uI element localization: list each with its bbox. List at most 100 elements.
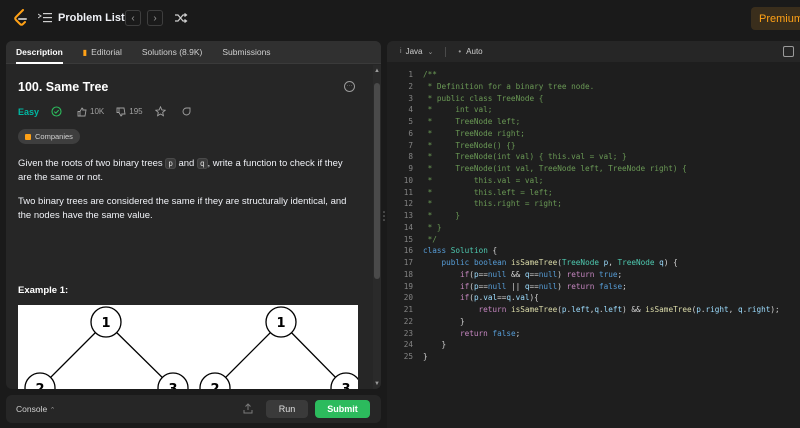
inline-code: p	[165, 158, 176, 169]
description-panel: Description ▮ Editorial Solutions (8.9K)…	[6, 41, 381, 389]
chevron-down-icon: ⌄	[427, 48, 434, 56]
scroll-up-icon[interactable]: ▲	[374, 68, 380, 74]
code-line: 12 * this.right = right;	[387, 198, 800, 210]
code-line: 6 * TreeNode right;	[387, 128, 800, 140]
line-number: 5	[408, 117, 413, 126]
line-number: 13	[403, 211, 413, 220]
tree-node-label: 3	[168, 382, 177, 389]
code-line: 15 */	[387, 234, 800, 246]
code-line: 18 if(p==null && q==null) return true;	[387, 269, 800, 281]
scrollbar-thumb[interactable]	[374, 83, 380, 279]
problem-meta: Easy 10K 195	[18, 106, 195, 117]
chevron-up-icon: ⌃	[49, 407, 56, 414]
tree-node-label: 1	[101, 316, 110, 331]
code-editor-panel: i Java ⌄ • Auto 1/** 2 * Definition for …	[387, 41, 800, 428]
code-line: 10 * this.val = val;	[387, 175, 800, 187]
tree-node: 3	[157, 372, 189, 389]
tree-node: 2	[24, 372, 56, 389]
description-scrollbar[interactable]: ▲ ▼	[373, 65, 381, 389]
tree-node-label: 2	[35, 382, 44, 389]
console-toggle[interactable]: Console ⌃	[16, 404, 55, 414]
line-number: 21	[403, 305, 413, 314]
run-button[interactable]: Run	[266, 400, 308, 418]
code-line: 16 class Solution {	[387, 245, 800, 257]
code-line: 4 * int val;	[387, 104, 800, 116]
code-line: 22 }	[387, 316, 800, 328]
likes-count: 10K	[90, 107, 105, 116]
line-number: 3	[408, 93, 413, 103]
editor-toolbar: i Java ⌄ • Auto	[387, 41, 800, 62]
problem-description-1: Given the roots of two binary trees p an…	[18, 157, 358, 185]
autocomplete-toggle[interactable]: • Auto	[458, 47, 482, 56]
list-icon[interactable]	[38, 12, 52, 24]
mode-label: Auto	[466, 47, 483, 56]
line-number: 9	[408, 164, 413, 173]
console-label: Console	[16, 404, 48, 414]
tab-description[interactable]: Description	[6, 41, 73, 64]
code-editor[interactable]: 1/** 2 * Definition for a binary tree no…	[387, 69, 800, 428]
desc-text: Given the roots of two binary trees	[18, 158, 166, 169]
next-problem-button[interactable]: ›	[147, 10, 163, 26]
companies-label: Companies	[35, 132, 73, 141]
line-number: 7	[408, 140, 413, 150]
upload-icon[interactable]	[243, 403, 253, 414]
code-line: 11 * this.left = left;	[387, 187, 800, 199]
submit-button[interactable]: Submit	[315, 400, 370, 418]
tab-label: Submissions	[222, 47, 271, 57]
scroll-down-icon[interactable]: ▼	[374, 381, 380, 387]
code-line: 23 return false;	[387, 328, 800, 340]
line-number: 17	[403, 258, 413, 267]
lock-icon	[25, 133, 31, 140]
leetcode-logo-icon[interactable]	[13, 9, 29, 27]
solved-status	[51, 106, 65, 117]
tree-node: 3	[330, 372, 362, 389]
top-bar: Problem List ‹ › Premium	[0, 0, 800, 38]
difficulty-badge: Easy	[18, 106, 40, 117]
problem-list-link[interactable]: Problem List	[58, 12, 125, 24]
dislikes-count: 195	[129, 107, 143, 116]
like-button[interactable]: 10K	[77, 106, 105, 117]
code-line: 8 * TreeNode(int val) { this.val = val; …	[387, 151, 800, 163]
dislike-button[interactable]: 195	[116, 107, 143, 117]
code-line: 7 * TreeNode() {}	[387, 140, 800, 152]
line-number: 6	[408, 128, 413, 138]
problem-content: 100. Same Tree ··· Easy 10K 195 Companie…	[6, 65, 373, 389]
prev-problem-button[interactable]: ‹	[125, 10, 141, 26]
line-number: 25	[403, 352, 413, 361]
chevron-left-icon: ‹	[131, 12, 135, 24]
tree-node-label: 1	[276, 316, 285, 331]
premium-button[interactable]: Premium	[751, 7, 800, 30]
line-number: 19	[403, 281, 413, 291]
shuffle-icon[interactable]	[174, 11, 188, 25]
share-button[interactable]	[181, 106, 195, 117]
thumbs-up-icon	[77, 106, 87, 116]
tab-editorial[interactable]: ▮ Editorial	[73, 41, 132, 64]
tree-node: 2	[199, 372, 231, 389]
toolbar-divider	[445, 46, 447, 57]
line-number: 20	[403, 293, 413, 303]
star-icon	[154, 106, 166, 117]
code-line: 20 if(p.val==q.val){	[387, 292, 800, 304]
code-line: 24 }	[387, 339, 800, 351]
info-icon: i	[400, 48, 402, 55]
companies-tag[interactable]: Companies	[18, 129, 80, 144]
code-line: 2 * Definition for a binary tree node.	[387, 81, 800, 93]
line-number: 16	[403, 246, 413, 256]
line-number: 14	[403, 222, 413, 232]
share-icon	[182, 107, 191, 116]
tab-solutions[interactable]: Solutions (8.9K)	[132, 41, 212, 64]
tab-submissions[interactable]: Submissions	[212, 41, 280, 64]
tab-label: Solutions (8.9K)	[141, 47, 203, 57]
language-selector[interactable]: i Java ⌄	[400, 47, 433, 56]
language-label: Java	[405, 47, 423, 56]
line-number: 2	[408, 81, 413, 91]
layout-icon[interactable]	[783, 46, 794, 57]
favorite-button[interactable]	[154, 106, 169, 117]
more-options-icon[interactable]: ···	[344, 81, 355, 92]
panel-resize-handle[interactable]	[383, 210, 385, 222]
line-number: 15	[403, 234, 413, 244]
code-line: 19 if(p==null || q==null) return false;	[387, 281, 800, 293]
code-line: 1/**	[387, 69, 800, 81]
tree-node: 1	[265, 306, 297, 338]
code-line: 25}	[387, 351, 800, 363]
